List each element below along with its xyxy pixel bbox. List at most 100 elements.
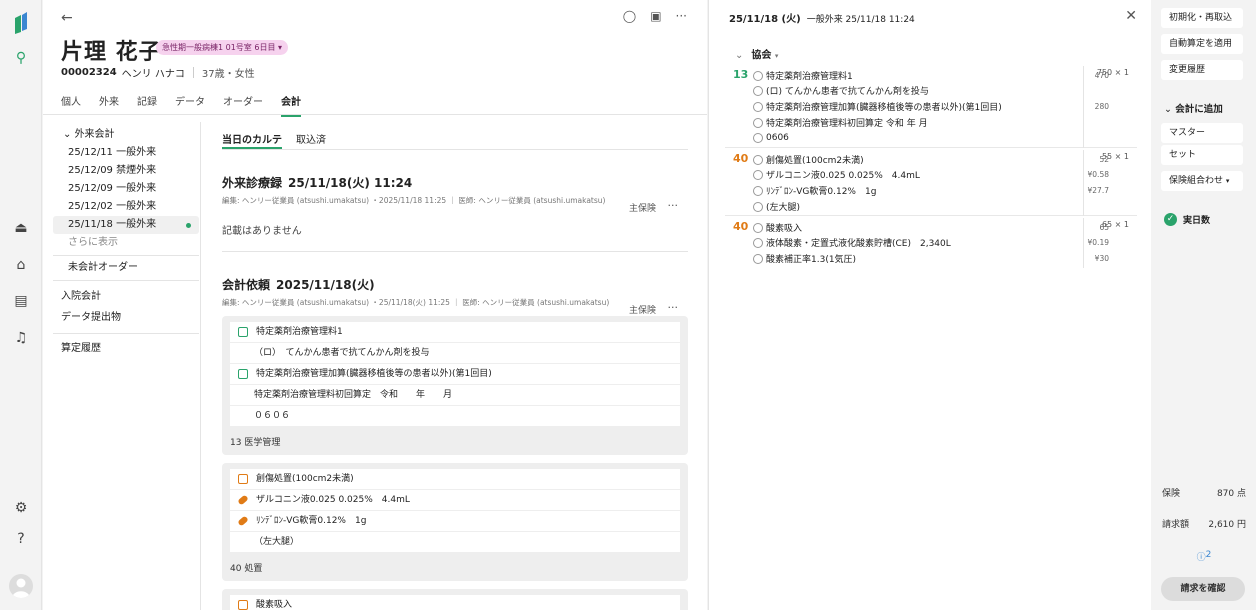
- record-meta: 編集: ヘンリー従業員 (atsushi.umakatsu) ・2025/11/…: [222, 196, 606, 205]
- order-row[interactable]: ﾘﾝﾃﾞﾛﾝ-VG軟膏0.12% 1g: [230, 511, 680, 532]
- nav-data-submission[interactable]: データ提出物: [53, 309, 199, 327]
- order-row[interactable]: （左大腿）: [230, 532, 680, 553]
- order-card-procedure[interactable]: 創傷処置(100cm2未満) ザルコニン液0.025 0.025% 4.4mL …: [222, 463, 688, 581]
- calc-line[interactable]: 酸素吸入 65: [753, 220, 1109, 235]
- group-points: 40: [733, 152, 749, 165]
- check-circle-icon: ✓: [1164, 213, 1177, 226]
- tab-imported[interactable]: 取込済: [296, 124, 326, 149]
- calc-line[interactable]: 創傷処置(100cm2未満) 52: [753, 152, 1109, 167]
- calc-line[interactable]: ザルコニン液0.025 0.025% 4.4mL ¥0.58: [753, 167, 1109, 182]
- order-row[interactable]: 特定薬剤治療管理料1: [230, 322, 680, 343]
- checkbox[interactable]: [753, 169, 763, 180]
- help-icon[interactable]: ?: [11, 529, 31, 549]
- nav-visit-selected[interactable]: 25/11/18 一般外来: [53, 216, 199, 234]
- calc-line[interactable]: (ロ) てんかん患者で抗てんかん剤を投与: [753, 83, 929, 98]
- nav-unbilled-orders[interactable]: 未会計オーダー: [53, 259, 199, 277]
- ward-badge[interactable]: 急性期一般病棟1 01号室 6日目 ▾: [156, 40, 289, 55]
- set-button[interactable]: セット: [1161, 145, 1243, 165]
- close-icon[interactable]: ✕: [1125, 8, 1137, 24]
- app-rail: ⚲ ⏏ ⌂ ▤ ♫ ⚙ ?: [0, 0, 42, 610]
- patient-search-icon[interactable]: ⚲: [11, 48, 31, 68]
- request-meta: 編集: ヘンリー従業員 (atsushi.umakatsu) ・25/11/18…: [222, 298, 610, 307]
- actions-panel: 初期化・再取込 自動算定を適用 変更履歴 ⌄ 会計に追加 マスター セット 保険…: [1152, 0, 1256, 610]
- group-points: 13: [733, 68, 749, 81]
- calc-line[interactable]: 液体酸素・定置式液化酸素貯槽(CE) 2,340L ¥0.19: [753, 235, 1109, 250]
- order-row[interactable]: ０６０６: [230, 406, 680, 427]
- change-history-button[interactable]: 変更履歴: [1161, 60, 1243, 80]
- checkbox[interactable]: [753, 117, 763, 128]
- avatar-icon[interactable]: [9, 574, 33, 598]
- checkbox[interactable]: [753, 222, 763, 233]
- order-row[interactable]: 酸素吸入: [230, 595, 680, 610]
- actual-days-toggle[interactable]: ✓ 実日数: [1164, 213, 1210, 226]
- nav-visit[interactable]: 25/12/09 一般外来: [53, 180, 199, 198]
- order-row[interactable]: 創傷処置(100cm2未満): [230, 469, 680, 490]
- calc-line[interactable]: 特定薬剤治療管理加算(臓器移植後等の患者以外)(第1回目) 280: [753, 99, 1109, 114]
- order-row[interactable]: 特定薬剤治療管理加算(臓器移植後等の患者以外)(第1回目): [230, 364, 680, 385]
- logo-icon[interactable]: [13, 12, 29, 34]
- record-insurance[interactable]: 主保険: [629, 201, 656, 214]
- calc-group: 40 55 × 1 創傷処置(100cm2未満) 52 ザルコニン液0.025 0…: [725, 150, 1137, 216]
- nav-visit[interactable]: 25/12/09 禁煙外来: [53, 162, 199, 180]
- back-arrow-icon[interactable]: ←: [61, 10, 73, 26]
- calc-line[interactable]: ﾘﾝﾃﾞﾛﾝ-VG軟膏0.12% 1g ¥27.7: [753, 183, 1109, 198]
- id-card-icon[interactable]: ▣: [650, 9, 661, 23]
- chat-icon[interactable]: ◯: [623, 9, 636, 23]
- master-button[interactable]: マスター: [1161, 123, 1243, 143]
- bed-icon[interactable]: ⌂: [11, 255, 31, 275]
- request-insurance[interactable]: 主保険: [629, 303, 656, 316]
- nav-visit[interactable]: 25/12/11 一般外来: [53, 144, 199, 162]
- status-dot: [186, 223, 191, 228]
- procedure-icon: [238, 327, 248, 337]
- list-icon[interactable]: ▤: [11, 291, 31, 311]
- nav-inpatient-billing[interactable]: 入院会計: [53, 288, 199, 306]
- order-row[interactable]: ザルコニン液0.025 0.025% 4.4mL: [230, 490, 680, 511]
- checkbox[interactable]: [753, 85, 763, 96]
- card-footer: 40 処置: [230, 564, 263, 574]
- calc-group: 40 65 × 1 酸素吸入 65 液体酸素・定置式液化酸素貯槽(CE) 2,34…: [725, 218, 1137, 268]
- info-icon: ⓘ: [1196, 553, 1206, 563]
- nav-group-outpatient[interactable]: ⌄ 外来会計: [53, 126, 199, 144]
- record-more-icon[interactable]: ···: [668, 199, 679, 212]
- calc-line[interactable]: 特定薬剤治療管理料初回算定 令和 年 月: [753, 115, 928, 130]
- record-empty: 記載はありません: [222, 222, 688, 252]
- record-datetime: 25/11/18(火) 11:24: [288, 176, 413, 190]
- calc-line[interactable]: (左大腿): [753, 199, 800, 214]
- order-row[interactable]: （ロ） てんかん患者で抗てんかん剤を投与: [230, 343, 680, 364]
- apply-auto-calc-button[interactable]: 自動算定を適用: [1161, 34, 1243, 54]
- medicine-icon: [237, 515, 249, 527]
- chevron-down-icon: ⌄: [735, 50, 744, 61]
- info-count[interactable]: ⓘ 2: [1162, 550, 1246, 563]
- request-more-icon[interactable]: ···: [668, 301, 679, 314]
- reset-reimport-button[interactable]: 初期化・再取込: [1161, 8, 1243, 28]
- order-row[interactable]: 特定薬剤治療管理料初回算定 令和 年 月: [230, 385, 680, 406]
- calc-line[interactable]: 酸素補正率1.3(1気圧) ¥30: [753, 251, 1109, 266]
- insurer-group[interactable]: ⌄ 協会 ▾: [735, 46, 778, 61]
- tab-today-chart[interactable]: 当日のカルテ: [222, 124, 282, 149]
- calc-line[interactable]: 特定薬剤治療管理料1 470: [753, 68, 1109, 83]
- calc-line[interactable]: 0606: [753, 130, 789, 145]
- checkbox[interactable]: [753, 253, 763, 264]
- nav-calc-history[interactable]: 算定履歴: [53, 340, 199, 358]
- checkbox[interactable]: [753, 70, 763, 81]
- checkbox[interactable]: [753, 132, 763, 143]
- more-icon[interactable]: ···: [676, 9, 687, 23]
- confirm-billing-button[interactable]: 請求を確認: [1161, 577, 1245, 601]
- checkbox[interactable]: [753, 237, 763, 248]
- insurance-combo-select[interactable]: 保険組合わせ ▾: [1161, 171, 1243, 191]
- bell-icon[interactable]: ♫: [11, 328, 31, 348]
- order-card-oxygen[interactable]: 酸素吸入: [222, 589, 688, 610]
- nav-visit[interactable]: 25/12/02 一般外来: [53, 198, 199, 216]
- checkbox[interactable]: [753, 154, 763, 165]
- checkbox[interactable]: [753, 201, 763, 212]
- eject-icon[interactable]: ⏏: [11, 218, 31, 238]
- chart-content: 当日のカルテ 取込済 外来診療録 25/11/18(火) 11:24 編集: ヘン…: [222, 124, 688, 610]
- order-card-management[interactable]: 特定薬剤治療管理料1 （ロ） てんかん患者で抗てんかん剤を投与 特定薬剤治療管理…: [222, 316, 688, 455]
- checkbox[interactable]: [753, 185, 763, 196]
- gear-icon[interactable]: ⚙: [11, 498, 31, 518]
- checkbox[interactable]: [753, 101, 763, 112]
- add-to-billing-label[interactable]: ⌄ 会計に追加: [1164, 101, 1223, 115]
- show-more-link[interactable]: さらに表示: [53, 234, 199, 252]
- request-title: 会計依頼: [222, 278, 271, 292]
- procedure-icon: [238, 474, 248, 484]
